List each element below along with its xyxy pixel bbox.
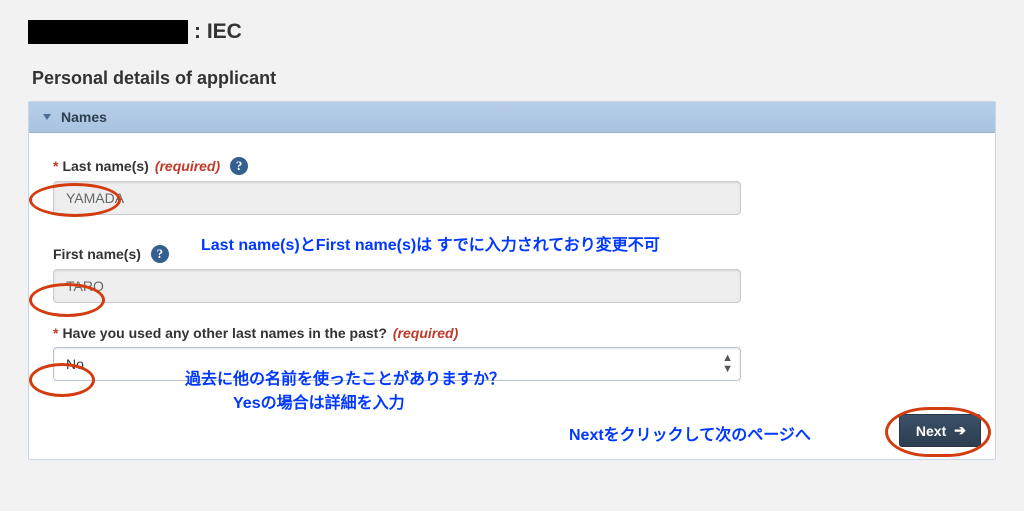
first-name-label-text: First name(s) bbox=[53, 246, 141, 262]
annotation-next-hint: Nextをクリックして次のページへ bbox=[569, 421, 811, 445]
annotation-past-names-question: 過去に他の名前を使ったことがありますか？ bbox=[185, 365, 505, 389]
last-name-input bbox=[53, 181, 741, 215]
next-button-label: Next bbox=[916, 423, 946, 439]
other-last-names-label: * Have you used any other last names in … bbox=[53, 325, 971, 341]
first-name-input bbox=[53, 269, 741, 303]
names-panel: Names * Last name(s) (required) ? Last n… bbox=[28, 101, 996, 460]
page-heading: : IEC bbox=[28, 20, 996, 44]
collapse-triangle-icon bbox=[43, 114, 51, 120]
other-last-names-label-text: Have you used any other last names in th… bbox=[62, 325, 386, 341]
required-word: (required) bbox=[393, 325, 458, 341]
redacted-block bbox=[28, 20, 188, 44]
last-name-label: * Last name(s) (required) ? bbox=[53, 157, 971, 175]
required-word: (required) bbox=[155, 158, 220, 174]
help-icon[interactable]: ? bbox=[230, 157, 248, 175]
page-subheading: Personal details of applicant bbox=[32, 68, 996, 89]
names-panel-header[interactable]: Names bbox=[29, 102, 995, 133]
arrow-right-icon: ➔ bbox=[954, 422, 966, 439]
heading-suffix: : IEC bbox=[194, 20, 242, 44]
annotation-past-names-yes: Yesの場合は詳細を入力 bbox=[233, 389, 405, 413]
last-name-label-text: Last name(s) bbox=[62, 158, 148, 174]
next-button[interactable]: Next ➔ bbox=[899, 414, 981, 447]
panel-title: Names bbox=[61, 109, 107, 125]
required-star-icon: * bbox=[53, 325, 58, 341]
required-star-icon: * bbox=[53, 158, 58, 174]
help-icon[interactable]: ? bbox=[151, 245, 169, 263]
annotation-names-locked: Last name(s)とFirst name(s)は すでに入力されており変更… bbox=[201, 231, 660, 255]
